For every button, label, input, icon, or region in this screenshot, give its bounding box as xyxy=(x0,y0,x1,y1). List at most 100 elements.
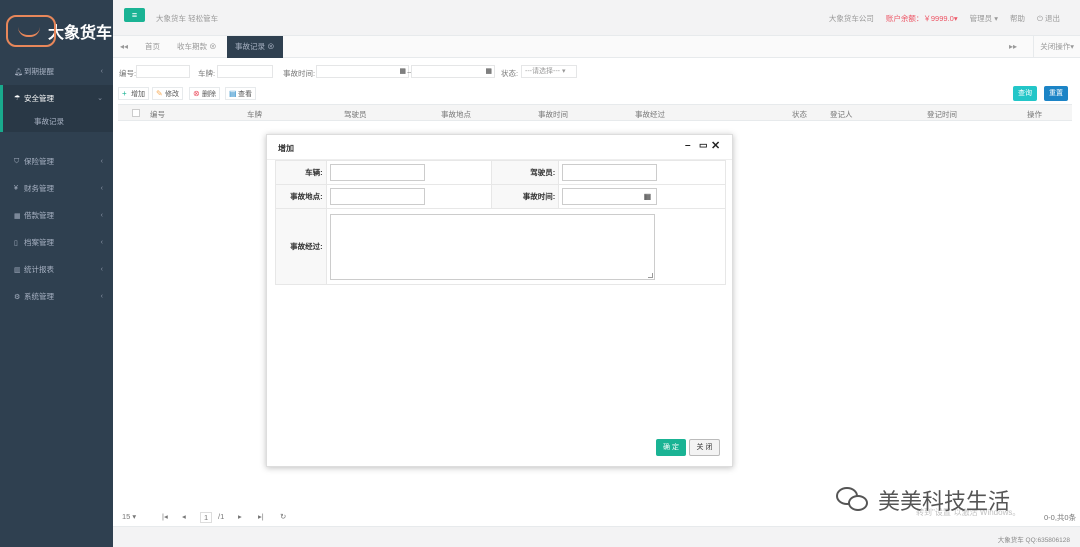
page-size-select[interactable]: 15 ▾ xyxy=(122,512,136,521)
col-number[interactable]: 编号 xyxy=(150,109,165,120)
refresh-icon[interactable]: ↻ xyxy=(280,512,286,521)
calendar-icon[interactable]: ▦ xyxy=(644,192,652,201)
col-register-time[interactable]: 登记时间 xyxy=(927,109,957,120)
total-pages: /1 xyxy=(218,512,225,521)
sidebar-item-finance[interactable]: ¥ 财务管理 ‹ xyxy=(0,175,113,202)
col-status[interactable]: 状态 xyxy=(792,109,807,120)
add-button[interactable]: + 增加 xyxy=(118,87,149,100)
number-label: 编号: xyxy=(119,69,137,78)
accident-time-label: 事故时间: xyxy=(283,69,316,78)
sidebar-subitem-accident-records[interactable]: 事故记录 xyxy=(0,111,113,132)
chevron-left-icon: ‹ xyxy=(100,266,103,273)
reset-button[interactable]: 重置 xyxy=(1044,86,1068,101)
status-label: 状态: xyxy=(501,69,519,78)
query-button[interactable]: 查询 xyxy=(1013,86,1037,101)
search-form: 编号: 车牌: 事故时间: ▦ ~ ▦ 状态: ---请选择--- ▾ xyxy=(113,62,1080,82)
account-balance[interactable]: 账户余额：￥9999.0▾ xyxy=(886,13,958,24)
chevron-left-icon: ‹ xyxy=(100,239,103,246)
tab-scroll-left-icon[interactable]: ◂◂ xyxy=(113,36,135,58)
close-icon[interactable]: ⊗ xyxy=(209,42,217,51)
dialog-header: 增加 – ▭ ✕ xyxy=(267,135,732,160)
chevron-left-icon: ‹ xyxy=(100,293,103,300)
top-header: ≡ 大象货车 轻松管车 大象货车公司 账户余额：￥9999.0▾ 管理员 ▾ 帮… xyxy=(113,0,1080,36)
last-page-icon[interactable]: ▸| xyxy=(258,512,264,521)
resize-grip-icon[interactable] xyxy=(647,272,653,278)
logo: 大象货车 xyxy=(0,0,113,62)
help-link[interactable]: 帮助 xyxy=(1010,13,1025,24)
edit-icon: ✎ xyxy=(156,89,163,98)
sidebar-item-archives[interactable]: ▯ 档案管理 ‹ xyxy=(0,229,113,256)
add-accident-dialog: 增加 – ▭ ✕ 车辆: 驾驶员: 事故地点: 事故时间: ▦ 事故经过: 确 … xyxy=(266,134,733,467)
elephant-logo-icon xyxy=(6,15,56,47)
bar-chart-icon: ▥ xyxy=(14,266,21,274)
page-number-input[interactable]: 1 xyxy=(200,512,213,523)
tab-home[interactable]: 首页 xyxy=(137,36,168,58)
next-page-icon[interactable]: ▸ xyxy=(238,512,242,521)
time-input[interactable]: ▦ xyxy=(562,188,658,205)
close-tabs-dropdown[interactable]: 关闭操作▾ xyxy=(1033,36,1080,58)
col-actions: 操作 xyxy=(1027,110,1042,119)
start-date-input[interactable]: ▦ xyxy=(316,65,409,78)
dialog-title: 增加 xyxy=(278,144,294,153)
header-right: 大象货车公司 账户余额：￥9999.0▾ 管理员 ▾ 帮助 ⏻ 退出 xyxy=(829,13,1060,24)
sidebar-item-reports[interactable]: ▥ 统计报表 ‹ xyxy=(0,256,113,283)
tab-bar: ◂◂ 首页 收车期款 ⊗ 事故记录 ⊗ ▸▸ 关闭操作▾ xyxy=(113,36,1080,58)
driver-input[interactable] xyxy=(562,164,658,181)
shield-icon: ⛉ xyxy=(14,157,20,165)
col-location[interactable]: 事故地点 xyxy=(441,109,471,120)
maximize-icon[interactable]: ▭ xyxy=(699,140,708,151)
footer-text: 大象货车 QQ:635806128 xyxy=(997,537,1070,544)
col-registrant[interactable]: 登记人 xyxy=(830,109,853,120)
file-icon: ▯ xyxy=(14,239,18,247)
status-select[interactable]: ---请选择--- ▾ xyxy=(521,65,577,78)
sidebar-item-loans[interactable]: ▦ 借款管理 ‹ xyxy=(0,202,113,229)
col-plate[interactable]: 车牌 xyxy=(247,109,262,120)
plate-input[interactable] xyxy=(217,65,273,78)
number-input[interactable] xyxy=(136,65,190,78)
close-icon[interactable]: ⊗ xyxy=(267,42,275,51)
view-button[interactable]: ▤查看 xyxy=(225,87,256,100)
calendar-icon: ▦ xyxy=(399,68,406,75)
process-textarea[interactable] xyxy=(329,213,655,280)
umbrella-icon: ☂ xyxy=(14,95,21,102)
delete-button[interactable]: ⊗ 删除 xyxy=(189,87,220,100)
footer: 大象货车 QQ:635806128 xyxy=(113,526,1080,547)
sidebar-item-safety[interactable]: ☂ 安全管理 ⌄ xyxy=(0,85,113,111)
logout-link[interactable]: ⏻ 退出 xyxy=(1037,13,1060,24)
first-page-icon[interactable]: |◂ xyxy=(162,512,168,521)
close-button[interactable]: 关 闭 xyxy=(689,439,720,456)
sidebar-item-system[interactable]: ⚙ 系统管理 ‹ xyxy=(0,283,113,310)
confirm-button[interactable]: 确 定 xyxy=(656,439,686,456)
tab-payment[interactable]: 收车期款 ⊗ xyxy=(169,36,225,58)
search-icon: ▤ xyxy=(229,89,237,98)
tab-scroll-right-icon[interactable]: ▸▸ xyxy=(1002,36,1024,58)
plus-icon: + xyxy=(122,89,127,98)
sidebar-item-label: 档案管理 xyxy=(24,238,54,247)
sidebar-item-insurance[interactable]: ⛉ 保险管理 ‹ xyxy=(0,148,113,175)
close-icon[interactable]: ✕ xyxy=(711,139,720,152)
logo-text: 大象货车 xyxy=(48,25,113,42)
location-label: 事故地点: xyxy=(275,184,327,209)
location-input[interactable] xyxy=(329,188,425,205)
prev-page-icon[interactable]: ◂ xyxy=(182,512,186,521)
col-process[interactable]: 事故经过 xyxy=(635,109,665,120)
wechat-watermark: 美美科技生活 xyxy=(836,484,1010,516)
select-all-checkbox[interactable] xyxy=(132,109,140,117)
wechat-text: 美美科技生活 xyxy=(878,489,1011,514)
vehicle-input[interactable] xyxy=(329,164,425,181)
sidebar: 大象货车 🔔︎ 到期提醒 ‹ ☂ 安全管理 ⌄ 事故记录 ⛉ 保险管理 ‹ ¥ … xyxy=(0,0,113,547)
plate-label: 车牌: xyxy=(198,69,216,78)
tab-accident-records[interactable]: 事故记录 ⊗ xyxy=(227,36,283,58)
hamburger-icon[interactable]: ≡ xyxy=(124,8,145,22)
sidebar-item-label: 统计报表 xyxy=(24,265,54,274)
bell-icon: 🔔︎ xyxy=(14,68,23,76)
sidebar-item-expiry-reminder[interactable]: 🔔︎ 到期提醒 ‹ xyxy=(0,58,113,85)
minimize-icon[interactable]: – xyxy=(685,140,691,151)
user-menu[interactable]: 管理员 ▾ xyxy=(970,13,998,24)
end-date-input[interactable]: ▦ xyxy=(411,65,495,78)
col-time[interactable]: 事故时间 xyxy=(538,109,568,120)
col-driver[interactable]: 驾驶员 xyxy=(344,109,367,120)
sidebar-item-label: 安全管理 xyxy=(24,93,54,103)
edit-button[interactable]: ✎ 修改 xyxy=(152,87,183,100)
toolbar: + 增加 ✎ 修改 ⊗ 删除 ▤查看 xyxy=(113,84,1080,102)
